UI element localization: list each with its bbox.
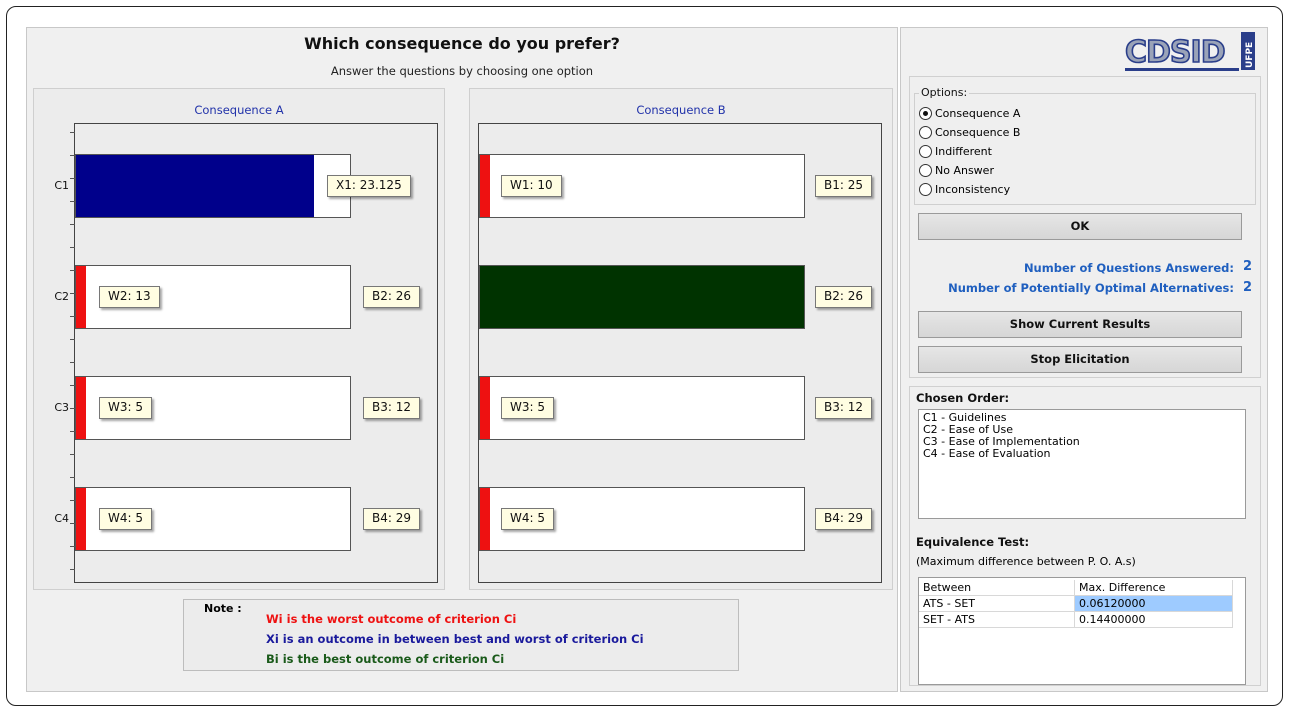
table-row[interactable]: ATS - SET 0.06120000 bbox=[919, 596, 1245, 612]
show-current-results-button[interactable]: Show Current Results bbox=[918, 311, 1242, 338]
radio-icon[interactable] bbox=[919, 106, 932, 120]
consequence-b-panel: Consequence B W1: 10 B1: 25 B2: 26 W3: 5 B3:… bbox=[469, 88, 893, 590]
consequence-a-panel: Consequence A C1 X1: 23.125 C2 W2: 13 B2: 26… bbox=[33, 88, 445, 590]
table-cell[interactable]: SET - ATS bbox=[919, 612, 1075, 628]
cdsid-logo: CDSID UFPE bbox=[1121, 30, 1257, 76]
axis-tick bbox=[70, 454, 75, 455]
axis-tick bbox=[70, 477, 75, 478]
option-label: Indifferent bbox=[935, 144, 992, 158]
value-tag: W4: 5 bbox=[501, 508, 554, 530]
consequence-a-plot: C1 X1: 23.125 C2 W2: 13 B2: 26 C3 W3: 5 B3: 12 C… bbox=[54, 123, 438, 583]
table-header: Max. Difference bbox=[1075, 580, 1233, 596]
note-best: Bi is the best outcome of criterion Ci bbox=[266, 652, 505, 666]
ok-button[interactable]: OK bbox=[918, 213, 1242, 240]
axis-tick bbox=[70, 224, 75, 225]
equivalence-test-title: Equivalence Test: bbox=[916, 535, 1030, 549]
chosen-order-title: Chosen Order: bbox=[916, 391, 1010, 405]
value-tag: B3: 12 bbox=[815, 397, 872, 419]
option-label: Inconsistency bbox=[935, 182, 1011, 196]
radio-icon[interactable] bbox=[919, 144, 932, 158]
consequence-a-label: Consequence A bbox=[194, 103, 284, 117]
options-panel: Options: Consequence A Consequence B Ind… bbox=[909, 76, 1261, 378]
option-inconsistency[interactable]: Inconsistency bbox=[919, 180, 1010, 198]
criterion-bar bbox=[75, 154, 351, 218]
axis-tick bbox=[70, 132, 75, 133]
criterion-label: C2 bbox=[54, 290, 69, 303]
radio-icon[interactable] bbox=[919, 163, 932, 177]
axis-tick bbox=[70, 362, 75, 363]
questions-answered-value: 2 bbox=[1242, 259, 1252, 274]
value-tag: W1: 10 bbox=[501, 175, 562, 197]
chosen-order-list[interactable]: C1 - Guidelines C2 - Ease of Use C3 - Ea… bbox=[918, 409, 1246, 519]
axis-tick bbox=[70, 247, 75, 248]
table-cell[interactable]: 0.06120000 bbox=[1075, 596, 1233, 612]
option-label: Consequence A bbox=[935, 106, 1021, 120]
value-tag: B3: 12 bbox=[363, 397, 420, 419]
value-tag: W2: 13 bbox=[99, 286, 160, 308]
equivalence-test-subtitle: (Maximum difference between P. O. A.s) bbox=[916, 555, 1136, 568]
value-tag: B4: 29 bbox=[363, 508, 420, 530]
legend-note: Note : Wi is the worst outcome of criter… bbox=[183, 599, 739, 671]
value-tag: B4: 29 bbox=[815, 508, 872, 530]
consequence-b-plot: W1: 10 B1: 25 B2: 26 W3: 5 B3: 12 W4: 5 B4: 29 bbox=[478, 123, 882, 583]
value-tag: X1: 23.125 bbox=[327, 175, 411, 197]
worst-fill bbox=[480, 155, 490, 217]
worst-fill bbox=[480, 377, 490, 439]
table-header-row: Between Max. Difference bbox=[919, 580, 1245, 596]
axis-tick bbox=[70, 569, 75, 570]
axis-tick bbox=[70, 339, 75, 340]
note-title: Note : bbox=[204, 602, 242, 615]
criterion-label: C1 bbox=[54, 179, 69, 192]
worst-fill bbox=[480, 488, 490, 550]
worst-fill bbox=[76, 488, 86, 550]
consequence-b-label: Consequence B bbox=[636, 103, 726, 117]
value-tag: B2: 26 bbox=[815, 286, 872, 308]
value-tag: W4: 5 bbox=[99, 508, 152, 530]
table-header: Between bbox=[919, 580, 1075, 596]
comparison-panel: Which consequence do you prefer? Answer … bbox=[26, 27, 898, 692]
option-label: No Answer bbox=[935, 163, 994, 177]
options-group: Options: Consequence A Consequence B Ind… bbox=[914, 86, 1256, 205]
note-intermediate: Xi is an outcome in between best and wor… bbox=[266, 632, 644, 646]
optimal-alternatives-value: 2 bbox=[1242, 280, 1252, 295]
worst-fill bbox=[76, 377, 86, 439]
list-item: C4 - Ease of Evaluation bbox=[923, 447, 1051, 460]
logo-text: CDSID bbox=[1125, 35, 1225, 70]
options-legend: Options: bbox=[919, 86, 970, 99]
criterion-label: C3 bbox=[54, 401, 69, 414]
best-fill bbox=[480, 266, 804, 328]
equivalence-table[interactable]: Between Max. Difference ATS - SET 0.0612… bbox=[918, 577, 1246, 685]
worst-fill bbox=[76, 266, 86, 328]
optimal-alternatives-label: Number of Potentially Optimal Alternativ… bbox=[948, 281, 1234, 295]
option-indifferent[interactable]: Indifferent bbox=[919, 142, 992, 160]
criterion-label: C4 bbox=[54, 512, 69, 525]
questions-answered-label: Number of Questions Answered: bbox=[1023, 261, 1234, 275]
radio-icon[interactable] bbox=[919, 182, 932, 196]
option-consequence-a[interactable]: Consequence A bbox=[919, 104, 1020, 122]
intermediate-fill bbox=[76, 155, 315, 217]
stop-elicitation-button[interactable]: Stop Elicitation bbox=[918, 346, 1242, 373]
table-cell[interactable]: ATS - SET bbox=[919, 596, 1075, 612]
control-panel: CDSID UFPE Options: Consequence A Conseq… bbox=[900, 27, 1268, 692]
value-tag: W3: 5 bbox=[501, 397, 554, 419]
option-no-answer[interactable]: No Answer bbox=[919, 161, 994, 179]
value-tag: B1: 25 bbox=[815, 175, 872, 197]
order-panel: Chosen Order: C1 - Guidelines C2 - Ease … bbox=[909, 386, 1261, 686]
criterion-bar bbox=[479, 265, 805, 329]
radio-icon[interactable] bbox=[919, 125, 932, 139]
page-title: Which consequence do you prefer? bbox=[304, 34, 620, 53]
option-consequence-b[interactable]: Consequence B bbox=[919, 123, 1020, 141]
logo-side-text: UFPE bbox=[1245, 42, 1255, 68]
table-row[interactable]: SET - ATS 0.14400000 bbox=[919, 612, 1245, 628]
value-tag: B2: 26 bbox=[363, 286, 420, 308]
option-label: Consequence B bbox=[935, 125, 1021, 139]
table-cell[interactable]: 0.14400000 bbox=[1075, 612, 1233, 628]
page-subtitle: Answer the questions by choosing one opt… bbox=[330, 64, 594, 78]
note-worst: Wi is the worst outcome of criterion Ci bbox=[266, 612, 517, 626]
value-tag: W3: 5 bbox=[99, 397, 152, 419]
